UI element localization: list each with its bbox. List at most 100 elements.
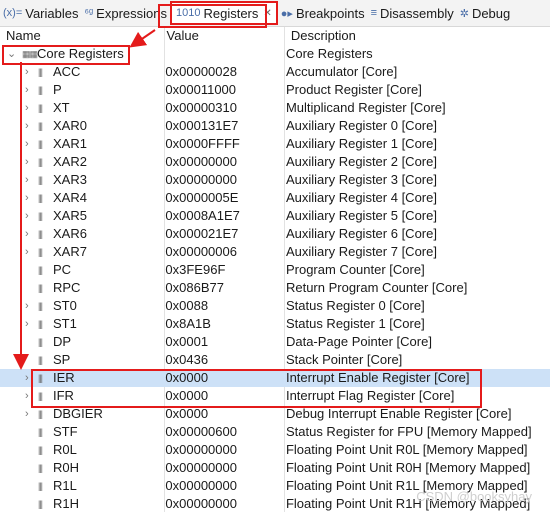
register-value[interactable]: 0x00000000 (163, 171, 286, 189)
register-row[interactable]: › ||| XAR2 0x00000000 Auxiliary Register 2 [… (0, 153, 550, 171)
register-description: Product Register [Core] (285, 82, 422, 97)
register-row[interactable]: › ||| XAR0 0x000131E7 Auxiliary Register 0 [… (0, 117, 550, 135)
chevron-right-icon[interactable]: › (25, 135, 29, 153)
register-name-cell: › ||| ACC (0, 63, 163, 81)
chevron-right-icon[interactable]: › (25, 243, 29, 261)
tab-breakpoints[interactable]: ●▸ Breakpoints (278, 2, 368, 24)
register-row[interactable]: ||| R0L 0x00000000 Floating Point Unit R0L … (0, 441, 550, 459)
register-value[interactable]: 0x0000FFFF (163, 135, 286, 153)
register-name: R0L (53, 442, 77, 457)
tab-expressions[interactable]: ⁶ᵍ Expressions (81, 2, 170, 24)
register-row[interactable]: › ||| XAR5 0x0008A1E7 Auxiliary Register 5 [… (0, 207, 550, 225)
register-value[interactable]: 0x00000028 (163, 63, 286, 81)
register-value[interactable]: 0x00000310 (163, 99, 286, 117)
close-icon[interactable]: ✕ (263, 8, 271, 19)
register-row[interactable]: › ||| IER 0x0000 Interrupt Enable Register [… (0, 369, 550, 387)
register-icon: ||| (38, 247, 43, 257)
register-value[interactable]: 0x3FE96F (163, 261, 286, 279)
register-description: Program Counter [Core] (285, 262, 425, 277)
chevron-right-icon[interactable]: › (25, 81, 29, 99)
register-row[interactable]: ||| DP 0x0001 Data-Page Pointer [Core] (0, 333, 550, 351)
register-value[interactable]: 0x000021E7 (163, 225, 286, 243)
register-name: XAR1 (53, 136, 87, 151)
register-description: Stack Pointer [Core] (285, 352, 403, 367)
chevron-right-icon[interactable]: › (25, 189, 29, 207)
register-name: IER (53, 370, 75, 385)
chevron-right-icon[interactable]: › (25, 369, 29, 387)
register-value[interactable] (163, 45, 286, 63)
register-value[interactable]: 0x0000005E (163, 189, 286, 207)
column-header-name[interactable]: Name (0, 27, 161, 45)
register-value[interactable]: 0x086B77 (163, 279, 286, 297)
chevron-right-icon[interactable]: › (25, 63, 29, 81)
register-row[interactable]: › ||| XAR3 0x00000000 Auxiliary Register 3 [… (0, 171, 550, 189)
register-icon: ||| (38, 103, 43, 113)
register-row[interactable]: › ||| XAR1 0x0000FFFF Auxiliary Register 1 [… (0, 135, 550, 153)
tab-debug[interactable]: ✲ Debug (457, 2, 514, 24)
register-value[interactable]: 0x0000 (163, 405, 286, 423)
chevron-right-icon[interactable]: › (25, 315, 29, 333)
register-row[interactable]: › ||| DBGIER 0x0000 Debug Interrupt Enable R… (0, 405, 550, 423)
register-value[interactable]: 0x0088 (163, 297, 286, 315)
register-row[interactable]: › ||| XAR4 0x0000005E Auxiliary Register 4 [… (0, 189, 550, 207)
register-name-cell: › ||| XT (0, 99, 163, 117)
register-icon: ||| (38, 373, 43, 383)
register-description: Auxiliary Register 0 [Core] (285, 118, 437, 133)
register-description: Multiplicand Register [Core] (285, 100, 446, 115)
register-row[interactable]: ||| RPC 0x086B77 Return Program Counter [Co… (0, 279, 550, 297)
column-header-description[interactable]: Description (285, 27, 550, 45)
register-row[interactable]: › ||| ST0 0x0088 Status Register 0 [Core] (0, 297, 550, 315)
register-value[interactable]: 0x0436 (163, 351, 286, 369)
register-value[interactable]: 0x0000 (163, 387, 286, 405)
register-name-cell: › ||| XAR4 (0, 189, 163, 207)
register-row[interactable]: ||| STF 0x00000600 Status Register for FPU … (0, 423, 550, 441)
register-row[interactable]: › ||| XAR6 0x000021E7 Auxiliary Register 6 [… (0, 225, 550, 243)
register-value[interactable]: 0x8A1B (163, 315, 286, 333)
register-name-cell: ||| R0L (0, 441, 163, 459)
chevron-right-icon[interactable]: › (25, 387, 29, 405)
register-name-cell: ||| PC (0, 261, 163, 279)
chevron-right-icon[interactable]: › (25, 207, 29, 225)
register-row[interactable]: › ||| IFR 0x0000 Interrupt Flag Register [Co… (0, 387, 550, 405)
register-value[interactable]: 0x00000000 (163, 459, 286, 477)
tab-registers[interactable]: 1010 Registers ✕ (169, 1, 278, 25)
register-value[interactable]: 0x0001 (163, 333, 286, 351)
register-name-cell: › ||| IER (0, 369, 163, 387)
register-name: PC (53, 262, 72, 277)
register-row[interactable]: ||| R0H 0x00000000 Floating Point Unit R0H … (0, 459, 550, 477)
register-value[interactable]: 0x00000000 (163, 153, 286, 171)
register-row[interactable]: › ||| XAR7 0x00000006 Auxiliary Register 7 [… (0, 243, 550, 261)
register-name: DBGIER (53, 406, 103, 421)
tree-group-row[interactable]: ⌄ ▦▦ Core Registers Core Registers (0, 45, 550, 63)
chevron-right-icon[interactable]: › (25, 297, 29, 315)
register-value[interactable]: 0x00000000 (163, 441, 286, 459)
tab-disassembly[interactable]: ≡ Disassembly (368, 2, 457, 24)
register-value[interactable]: 0x000131E7 (163, 117, 286, 135)
tab-label: Disassembly (380, 5, 454, 21)
register-row[interactable]: › ||| P 0x00011000 Product Register [Core] (0, 81, 550, 99)
register-value[interactable]: 0x00011000 (163, 81, 286, 99)
register-row[interactable]: › ||| XT 0x00000310 Multiplicand Register [C… (0, 99, 550, 117)
chevron-right-icon[interactable]: › (25, 153, 29, 171)
register-description: Auxiliary Register 3 [Core] (285, 172, 437, 187)
tab-variables[interactable]: (x)= Variables (0, 2, 81, 24)
chevron-right-icon[interactable]: › (25, 99, 29, 117)
register-icon: ||| (38, 211, 43, 221)
register-value[interactable]: 0x0008A1E7 (163, 207, 286, 225)
register-value[interactable]: 0x00000000 (163, 495, 286, 513)
chevron-right-icon[interactable]: › (25, 405, 29, 423)
register-description: Auxiliary Register 2 [Core] (285, 154, 437, 169)
register-value[interactable]: 0x00000600 (163, 423, 286, 441)
column-header-value[interactable]: Value (161, 27, 285, 45)
chevron-right-icon[interactable]: › (25, 171, 29, 189)
register-value[interactable]: 0x00000006 (163, 243, 286, 261)
chevron-right-icon[interactable]: › (25, 225, 29, 243)
chevron-right-icon[interactable]: › (25, 117, 29, 135)
register-row[interactable]: › ||| ST1 0x8A1B Status Register 1 [Core] (0, 315, 550, 333)
register-value[interactable]: 0x00000000 (163, 477, 286, 495)
register-value[interactable]: 0x0000 (163, 369, 286, 387)
register-row[interactable]: ||| SP 0x0436 Stack Pointer [Core] (0, 351, 550, 369)
register-row[interactable]: ||| PC 0x3FE96F Program Counter [Core] (0, 261, 550, 279)
chevron-down-icon[interactable]: ⌄ (7, 45, 16, 63)
register-row[interactable]: › ||| ACC 0x00000028 Accumulator [Core] (0, 63, 550, 81)
